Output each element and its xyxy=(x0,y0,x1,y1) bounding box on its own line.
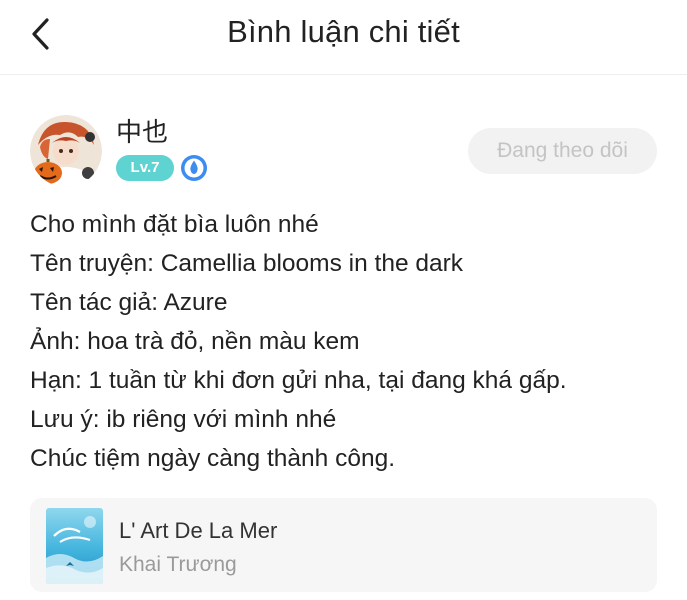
book-title: L' Art De La Mer xyxy=(119,518,278,543)
level-badge: Lv.7 xyxy=(116,155,174,181)
comment-line: Tên truyện: Camellia blooms in the dark xyxy=(30,250,464,277)
username[interactable]: 中也 xyxy=(116,112,168,149)
top-bar: Bình luận chi tiết xyxy=(0,0,687,75)
comment-body: Cho mình đặt bìa luôn nhé Tên truyện: Ca… xyxy=(30,205,660,478)
book-author: Khai Trương xyxy=(119,553,237,576)
comment-line: Lưu ý: ib riêng với mình nhé xyxy=(30,406,337,433)
comment-line: Cho mình đặt bìa luôn nhé xyxy=(30,211,319,238)
book-card[interactable]: L' Art De La Mer Khai Trương xyxy=(30,498,657,592)
avatar[interactable] xyxy=(30,115,102,187)
comment-line: Ảnh: hoa trà đỏ, nền màu kem xyxy=(30,328,360,355)
comment-line: Chúc tiệm ngày càng thành công. xyxy=(30,445,396,472)
comment-line: Tên tác giả: Azure xyxy=(30,289,228,316)
diamond-badge-icon xyxy=(180,154,208,182)
follow-button[interactable]: Đang theo dõi xyxy=(468,128,657,174)
book-cover xyxy=(46,508,103,584)
comment-line: Hạn: 1 tuần từ khi đơn gửi nha, tại đang… xyxy=(30,367,567,394)
page-title: Bình luận chi tiết xyxy=(227,14,460,49)
